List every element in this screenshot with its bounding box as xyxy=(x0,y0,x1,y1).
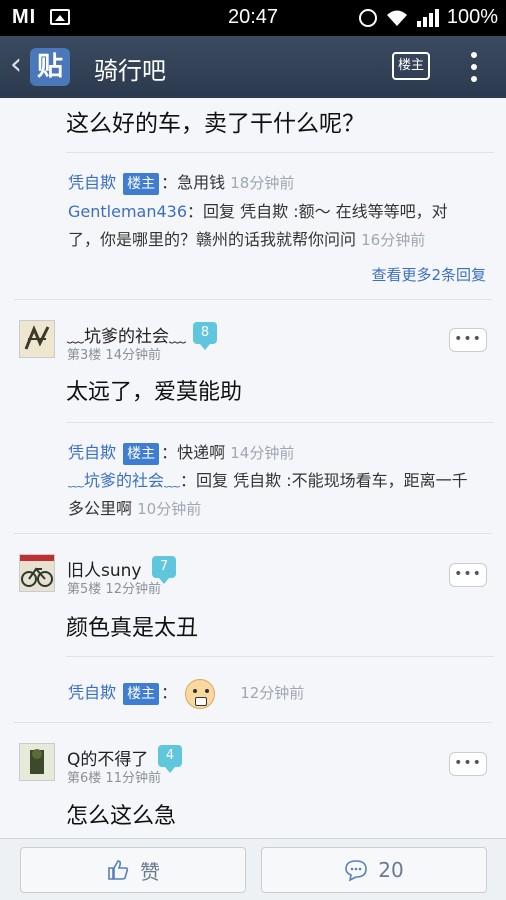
reply-time: 10分钟前 xyxy=(137,500,202,518)
floor-more-button[interactable]: ••• xyxy=(449,563,487,587)
reply-item[interactable]: 凭自欺 楼主 ：急用钱 18分钟前 xyxy=(68,169,294,197)
comment-count: 20 xyxy=(378,858,404,882)
level-badge: 4 xyxy=(158,745,182,773)
reply-time: 12分钟前 xyxy=(240,684,305,702)
page-title: 骑行吧 xyxy=(94,57,166,85)
floor-more-button[interactable]: ••• xyxy=(449,328,487,352)
alarm-icon xyxy=(358,8,377,27)
floor-time: 14分钟前 xyxy=(105,348,161,363)
reply-separator: ： xyxy=(161,683,178,702)
floor-number: 第5楼 xyxy=(67,582,102,597)
floor-meta: 第6楼 11分钟前 xyxy=(67,767,161,786)
avatar[interactable] xyxy=(19,743,55,781)
op-badge: 楼主 xyxy=(123,683,160,705)
reply-item[interactable]: 凭自欺 楼主： 12分钟前 xyxy=(68,677,304,709)
tieba-logo[interactable]: 贴 xyxy=(30,48,70,86)
post-text: 这么好的车，卖了干什么呢？ xyxy=(66,111,365,137)
avatar-image xyxy=(20,555,54,587)
floor-text: 太远了，爱莫能助 xyxy=(66,380,243,405)
reply-username[interactable]: Gentleman436 xyxy=(68,202,187,221)
reply-time: 16分钟前 xyxy=(361,231,426,249)
avatar[interactable] xyxy=(19,554,55,592)
floor-time: 12分钟前 xyxy=(105,582,161,597)
reply-item[interactable]: 凭自欺 楼主 ：快递啊 14分钟前 xyxy=(68,439,294,467)
status-right-group: 100% xyxy=(358,6,498,29)
thumbs-up-icon xyxy=(108,860,129,880)
reply-text: 急用钱 xyxy=(177,173,226,192)
back-button[interactable]: ‹ xyxy=(10,50,22,80)
status-bar: MI 20:47 100% xyxy=(0,0,506,36)
battery-text: 100% xyxy=(446,6,498,28)
reply-separator: ： xyxy=(187,202,204,221)
reply-username[interactable]: ﹏坑爹的社会﹏ xyxy=(68,471,180,490)
only-op-button[interactable]: 楼主 xyxy=(392,52,430,80)
floor-meta: 第5楼 12分钟前 xyxy=(67,578,161,597)
op-badge: 楼主 xyxy=(123,443,160,465)
comment-button[interactable]: 20 xyxy=(261,847,487,893)
thread-content[interactable]: 这么好的车，卖了干什么呢？ 凭自欺 楼主 ：急用钱 18分钟前 Gentleman… xyxy=(0,98,506,838)
like-label: 赞 xyxy=(140,859,160,884)
level-badge: 7 xyxy=(152,556,176,584)
comment-bubble-icon xyxy=(345,860,368,882)
title-bar: ‹ 贴 骑行吧 楼主 xyxy=(0,36,506,98)
reply-username[interactable]: 凭自欺 xyxy=(68,443,116,462)
floor-number: 第6楼 xyxy=(67,771,102,786)
floor-meta: 第3楼 14分钟前 xyxy=(67,344,161,363)
floor-divider xyxy=(14,299,492,300)
bottom-action-bar: 赞 20 xyxy=(0,838,506,900)
reply-box: 凭自欺 楼主： 12分钟前 xyxy=(66,656,494,720)
grimace-emoji-icon xyxy=(185,678,216,709)
reply-separator: ： xyxy=(161,443,178,462)
reply-username[interactable]: 凭自欺 xyxy=(68,173,116,192)
reply-time: 18分钟前 xyxy=(230,174,295,192)
more-menu-icon[interactable] xyxy=(466,50,482,84)
floor-divider xyxy=(14,533,492,534)
floor-divider xyxy=(14,722,492,723)
level-badge: 8 xyxy=(193,322,217,350)
floor-text: 怎么这么急 xyxy=(66,804,177,829)
reply-separator: ： xyxy=(161,173,178,192)
like-button[interactable]: 赞 xyxy=(20,847,246,893)
reply-time: 14分钟前 xyxy=(230,444,295,462)
reply-box: 凭自欺 楼主 ：快递啊 14分钟前 ﹏坑爹的社会﹏：回复 凭自欺 :不能现场看车，… xyxy=(66,422,494,522)
floor-number: 第3楼 xyxy=(67,348,102,363)
wifi-icon xyxy=(386,10,407,26)
reply-separator: ： xyxy=(180,471,197,490)
avatar[interactable] xyxy=(19,320,55,358)
floor-text: 颜色真是太丑 xyxy=(66,616,199,641)
reply-item[interactable]: Gentleman436：回复 凭自欺 :额～ 在线等等吧，对了，你是哪里的？赣… xyxy=(68,198,478,254)
reply-item[interactable]: ﹏坑爹的社会﹏：回复 凭自欺 :不能现场看车，距离一千多公里啊 10分钟前 xyxy=(68,467,478,523)
see-more-replies-link[interactable]: 查看更多2条回复 xyxy=(371,264,486,285)
signal-icon xyxy=(416,8,439,27)
op-badge: 楼主 xyxy=(123,173,160,195)
avatar-image xyxy=(30,749,44,774)
floor-more-button[interactable]: ••• xyxy=(449,752,487,776)
floor-time: 11分钟前 xyxy=(105,771,161,786)
reply-username[interactable]: 凭自欺 xyxy=(68,683,116,702)
avatar-image xyxy=(24,325,50,350)
reply-text: 快递啊 xyxy=(177,443,226,462)
